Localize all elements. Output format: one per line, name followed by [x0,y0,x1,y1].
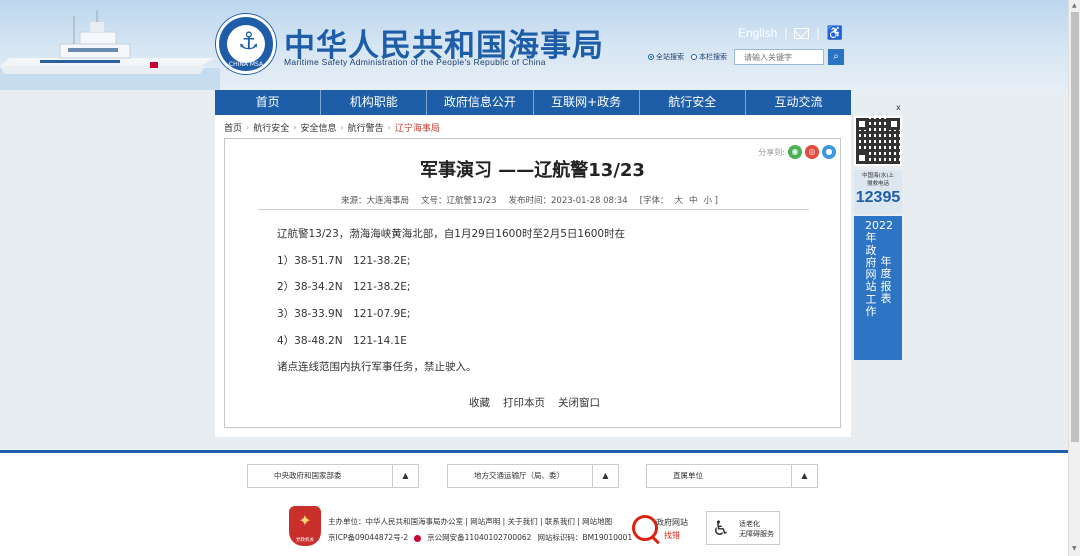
scrollbar-thumb[interactable] [1071,12,1079,442]
dropdown-direct-units[interactable]: 直属单位 ▲ [646,464,818,488]
footer-info: 主办单位：中华人民共和国海事局办公室 | 网站声明 | 关于我们 | 联系我们 … [328,514,632,546]
nav-navigation-safety[interactable]: 航行安全 [640,90,746,115]
article-source: 来源：大连海事局 [341,196,410,206]
accessibility-icon: ♿ [712,516,730,540]
paragraph: 3）38-33.9N 121-07.9E; [277,308,411,321]
search-icon[interactable]: ⌕ [828,49,844,65]
top-links: English | | ♿ [738,25,843,41]
paragraph: 辽航警13/23，渤海海峡黄海北部，自1月29日1600时至2月5日1600时在 [277,228,626,240]
main-nav: 首页 机构职能 政府信息公开 互联网+政务 航行安全 互动交流 [215,90,851,115]
article-publish-time: 发布时间：2023-01-28 08:34 [508,196,628,206]
article-actions: 收藏 打印本页 关闭窗口 [469,395,600,410]
caret-up-icon[interactable]: ▲ [392,465,418,487]
dropdown-local-transport[interactable]: 地方交通运输厅（局、委） ▲ [447,464,619,488]
patrol-ship-banner [0,10,220,90]
host-line: 主办单位：中华人民共和国海事局办公室 | 网站声明 | 关于我们 | 联系我们 … [328,517,613,526]
article-title: 军事演习 ——辽航警13/23 [420,160,645,181]
chevron-right-icon: › [340,123,344,132]
msa-logo[interactable]: ⚓ CHINA MSA [216,14,276,74]
article-box: 分享到: ◉ ◎ ● 军事演习 ——辽航警13/23 来源：大连海事局 文号：辽… [224,138,841,428]
gov-site-find-error[interactable]: 政府网站 找错 [632,513,697,545]
caret-up-icon[interactable]: ▲ [592,465,618,487]
close-window-link[interactable]: 关闭窗口 [558,395,600,410]
paragraph: 诸点连线范围内执行军事任务，禁止驶入。 [277,361,477,374]
article-body: 辽航警13/23，渤海海峡黄海北部，自1月29日1600时至2月5日1600时在… [277,226,625,386]
report-text-primary: 2022年政府网站工作 [865,219,893,319]
breadcrumb: 首页 › 航行安全 › 安全信息 › 航行警告 › 辽宁海事局 [224,121,440,134]
logo-text: CHINA MSA [228,61,264,68]
breadcrumb-nav-warnings[interactable]: 航行警告 [348,121,384,134]
site-header: ⚓ CHINA MSA 中华人民共和国海事局 Maritime Safety A… [0,0,1068,90]
nav-functions[interactable]: 机构职能 [321,90,428,115]
report-text-secondary: 年度报表 [880,255,892,305]
article-doc-number: 文号：辽航警13/23 [421,196,497,206]
print-link[interactable]: 打印本页 [503,395,545,410]
qr-code [854,116,902,166]
chevron-right-icon: › [387,123,391,132]
paragraph: 2）38-34.2N 121-38.2E; [277,281,411,294]
separator: | [816,26,820,40]
radio-site-search[interactable]: 全站搜索 [648,52,684,62]
anchor-icon: ⚓ [238,27,260,55]
rescue-hotline[interactable]: 中国海(水)上 搜救电话 12395 [854,170,902,214]
scroll-down-icon[interactable]: ▼ [1072,545,1077,552]
search-input[interactable] [734,49,824,65]
caret-up-icon[interactable]: ▲ [791,465,817,487]
icp-link[interactable]: 京ICP备09044872号-2 [328,530,408,546]
breadcrumb-liaoning[interactable]: 辽宁海事局 [395,121,440,134]
mail-icon[interactable] [794,27,810,39]
party-gov-badge[interactable]: ✦ 党政机关 [289,506,321,546]
chevron-right-icon: › [246,123,250,132]
site-code: 网站标识码：BM19010001 [537,533,633,542]
article-meta: 来源：大连海事局 文号：辽航警13/23 发布时间：2023-01-28 08:… [341,194,718,206]
font-size-switcher: [字体： 大 中 小 ] [639,194,719,206]
search-bar: 全站搜索 本栏搜索 ⌕ [648,49,844,65]
paragraph: 1）38-51.7N 121-38.2E; [277,254,411,267]
hotline-number: 12395 [855,189,901,206]
font-medium-button[interactable]: 中 [689,194,698,206]
breadcrumb-safety-info[interactable]: 安全信息 [300,121,336,134]
radio-column-search[interactable]: 本栏搜索 [691,52,727,62]
nav-gov-info[interactable]: 政府信息公开 [427,90,534,115]
annual-report-banner[interactable]: 2022年政府网站工作 年度报表 [854,216,902,360]
chevron-right-icon: › [293,123,297,132]
favorite-link[interactable]: 收藏 [469,395,490,410]
nav-home[interactable]: 首页 [215,90,322,115]
page-scrollbar[interactable]: ▲ ▼ [1068,0,1080,556]
nav-internet-gov[interactable]: 互联网+政务 [534,90,640,115]
breadcrumb-home[interactable]: 首页 [224,121,242,134]
nav-interaction[interactable]: 互动交流 [746,90,851,115]
font-small-button[interactable]: 小 ] [703,194,718,206]
emblem-icon: ✦ [298,511,312,530]
police-badge-icon [414,534,422,542]
site-footer: 中央政府和国家部委 ▲ 地方交通运输厅（局、委） ▲ 直属单位 ▲ ✦ 党政机关… [0,453,1068,556]
content-panel: 首页 › 航行安全 › 安全信息 › 航行警告 › 辽宁海事局 分享到: ◉ ◎… [215,115,851,437]
divider [258,209,809,210]
police-record-link[interactable]: 京公网安备11040102700062 [427,530,531,546]
magnifier-icon [632,515,658,541]
separator: | [784,26,788,40]
site-subtitle: Maritime Safety Administration of the Pe… [284,57,546,67]
scroll-up-icon[interactable]: ▲ [1072,2,1077,9]
elderly-accessibility-service[interactable]: ♿ 适老化 无障碍服务 [706,511,780,545]
accessibility-icon[interactable]: ♿ [827,25,843,41]
breadcrumb-navigation-safety[interactable]: 航行安全 [253,121,289,134]
english-link[interactable]: English [738,26,777,40]
paragraph: 4）38-48.2N 121-14.1E [277,334,407,347]
font-large-button[interactable]: 大 [674,194,683,206]
close-icon[interactable]: x [896,103,901,112]
dropdown-central-gov[interactable]: 中央政府和国家部委 ▲ [247,464,419,488]
